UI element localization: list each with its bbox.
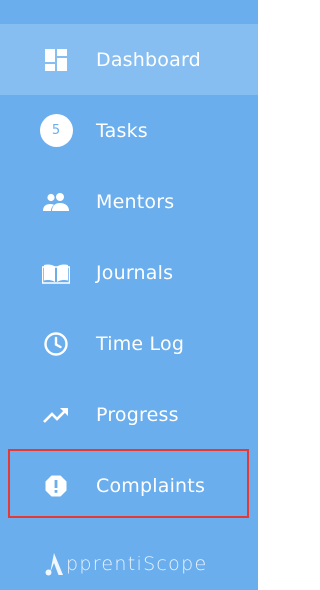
dashboard-icon — [39, 43, 73, 77]
sidebar-item-label: Tasks — [96, 119, 148, 142]
clock-icon — [39, 327, 73, 361]
sidebar-item-label: Time Log — [96, 332, 185, 355]
sidebar-item-time-log[interactable]: Time Log — [0, 308, 258, 379]
book-icon — [39, 256, 73, 290]
sidebar-item-tasks[interactable]: 5 Tasks — [0, 95, 258, 166]
sidebar-item-progress[interactable]: Progress — [0, 379, 258, 450]
sidebar-item-mentors[interactable]: Mentors — [0, 166, 258, 237]
people-icon — [39, 185, 73, 219]
sidebar-item-label: Dashboard — [96, 48, 201, 71]
trending-up-icon — [39, 398, 73, 432]
logo-a-icon — [44, 552, 64, 576]
sidebar-item-label: Complaints — [96, 474, 206, 497]
sidebar-item-dashboard[interactable]: Dashboard — [0, 24, 258, 95]
sidebar-item-label: Progress — [96, 403, 179, 426]
sidebar-item-label: Journals — [96, 261, 174, 284]
tasks-badge-count: 5 — [39, 114, 73, 147]
sidebar-item-complaints[interactable]: Complaints — [0, 450, 258, 521]
sidebar-item-label: Mentors — [96, 190, 175, 213]
sidebar-item-journals[interactable]: Journals — [0, 237, 258, 308]
sidebar-nav: Dashboard 5 Tasks Mentors Journals Time … — [0, 24, 258, 521]
alert-icon — [39, 469, 73, 503]
logo-text: pprentiScope — [66, 553, 208, 575]
sidebar: Dashboard 5 Tasks Mentors Journals Time … — [0, 0, 258, 590]
tasks-count-badge: 5 — [39, 114, 73, 148]
app-logo: pprentiScope — [44, 552, 207, 576]
